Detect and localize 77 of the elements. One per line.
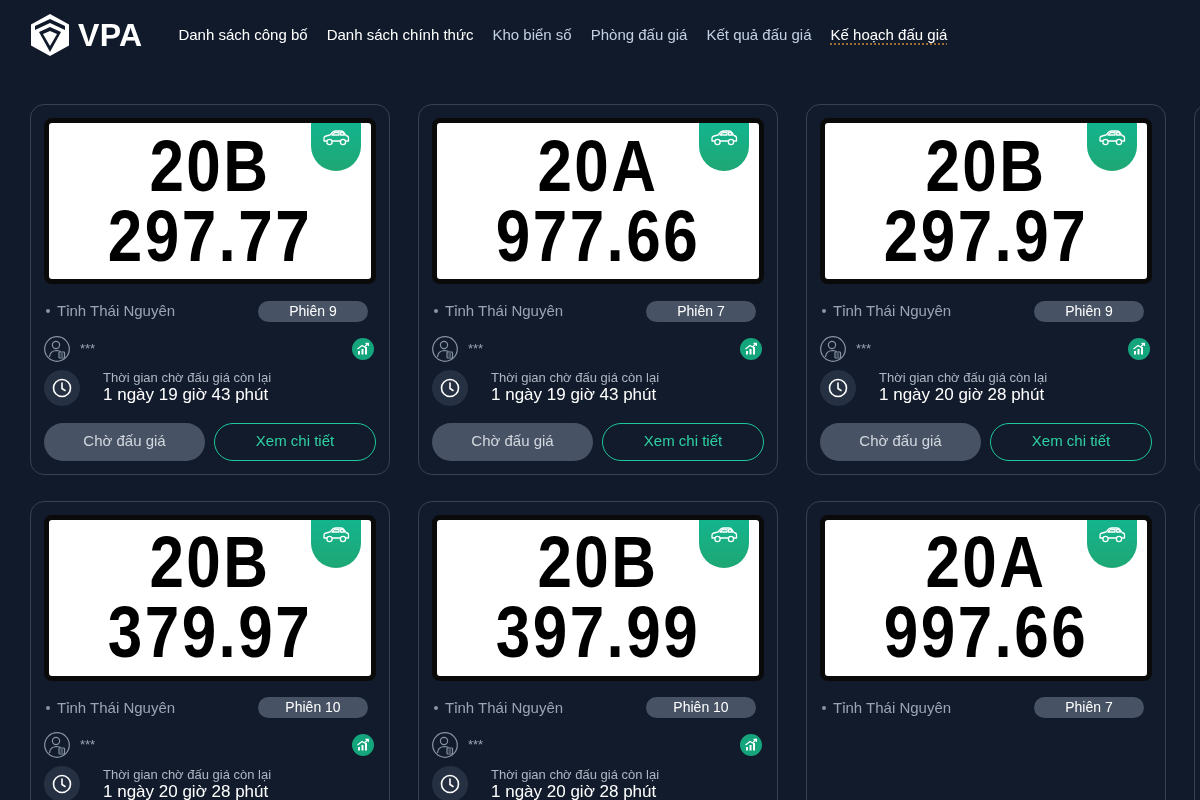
countdown-label: Thời gian chờ đấu giá còn lại (491, 370, 660, 385)
clock-icon (432, 369, 468, 406)
car-icon (699, 123, 749, 171)
nav-link[interactable]: Kho biển số (492, 23, 572, 47)
bullet-icon (46, 705, 50, 710)
trend-chart-icon (740, 734, 762, 756)
user-avatar-icon (432, 335, 458, 362)
user-avatar-icon (820, 335, 846, 362)
nav-link[interactable]: Danh sách chính thức (326, 23, 474, 47)
countdown-label: Thời gian chờ đấu giá còn lại (103, 766, 272, 782)
status-button[interactable]: Chờ đấu giá (820, 422, 981, 461)
province-text: Tỉnh Thái Nguyên (833, 301, 952, 321)
bullet-icon (434, 705, 438, 710)
bullet-icon (434, 309, 438, 314)
nav-link[interactable]: Danh sách công bố (178, 23, 308, 47)
session-tag: Phiên 10 (646, 697, 756, 719)
trend-chart-icon (740, 337, 762, 360)
countdown-text: 1 ngày 20 giờ 28 phút (491, 781, 657, 800)
session-tag: Phiên 7 (1034, 697, 1144, 719)
plate-number: 997.66 (883, 597, 1089, 668)
province-text: Tỉnh Thái Nguyên (57, 697, 176, 718)
session-tag: Phiên 9 (258, 300, 368, 322)
clock-icon (44, 369, 80, 406)
user-avatar-icon (432, 732, 458, 758)
bidder-text: *** (80, 736, 96, 755)
session-tag: Phiên 7 (646, 300, 756, 322)
status-button[interactable]: Chờ đấu giá (432, 422, 593, 461)
bullet-icon (46, 309, 50, 314)
logo-text: VPA (78, 19, 143, 51)
countdown-text: 1 ngày 19 giờ 43 phút (103, 385, 270, 405)
bidder-text: *** (80, 339, 96, 358)
countdown-label: Thời gian chờ đấu giá còn lại (879, 370, 1048, 385)
countdown-text: 1 ngày 19 giờ 43 phút (491, 385, 658, 405)
bidder-text: *** (468, 339, 484, 358)
plate-number: 397.99 (495, 597, 701, 668)
countdown-text: 1 ngày 20 giờ 28 phút (879, 385, 1046, 405)
user-avatar-icon (44, 335, 70, 362)
plate-series: 20B (925, 130, 1047, 202)
bullet-icon (822, 309, 826, 314)
plate-number: 297.77 (107, 200, 313, 272)
countdown-label: Thời gian chờ đấu giá còn lại (491, 766, 660, 782)
session-tag: Phiên 10 (258, 697, 368, 719)
plate-series: 20B (149, 527, 271, 598)
nav-link[interactable]: Phòng đấu giá (590, 23, 688, 47)
car-icon (1087, 123, 1137, 171)
province-text: Tỉnh Thái Nguyên (57, 301, 176, 321)
province-text: Tỉnh Thái Nguyên (445, 301, 564, 321)
cube-logo-icon (30, 13, 70, 57)
clock-icon (432, 766, 468, 800)
car-icon (1087, 519, 1137, 568)
user-avatar-icon (44, 732, 70, 758)
bullet-icon (822, 705, 826, 710)
trend-chart-icon (352, 337, 374, 360)
plate-series: 20B (537, 527, 659, 598)
car-icon (311, 519, 361, 568)
plate-series: 20A (537, 130, 659, 202)
countdown-text: 1 ngày 20 giờ 28 phút (103, 781, 269, 800)
province-text: Tỉnh Thái Nguyên (445, 697, 564, 718)
plate-number: 977.66 (495, 200, 701, 272)
province-text: Tỉnh Thái Nguyên (833, 697, 952, 718)
session-tag: Phiên 9 (1034, 300, 1144, 322)
countdown-label: Thời gian chờ đấu giá còn lại (103, 370, 272, 385)
plate-number: 297.97 (883, 200, 1089, 272)
trend-chart-icon (352, 734, 374, 756)
plate-number: 379.97 (107, 597, 313, 668)
car-icon (699, 519, 749, 568)
plate-series: 20B (149, 130, 271, 202)
nav-link[interactable]: Kết quả đấu giá (706, 23, 812, 47)
clock-icon (820, 369, 856, 406)
trend-chart-icon (1128, 337, 1150, 360)
status-button[interactable]: Chờ đấu giá (44, 422, 205, 461)
bidder-text: *** (856, 339, 872, 358)
nav-link[interactable]: Kế hoạch đấu giá (830, 23, 948, 47)
bidder-text: *** (468, 736, 484, 755)
clock-icon (44, 766, 80, 800)
plate-series: 20A (925, 527, 1047, 598)
car-icon (311, 123, 361, 171)
